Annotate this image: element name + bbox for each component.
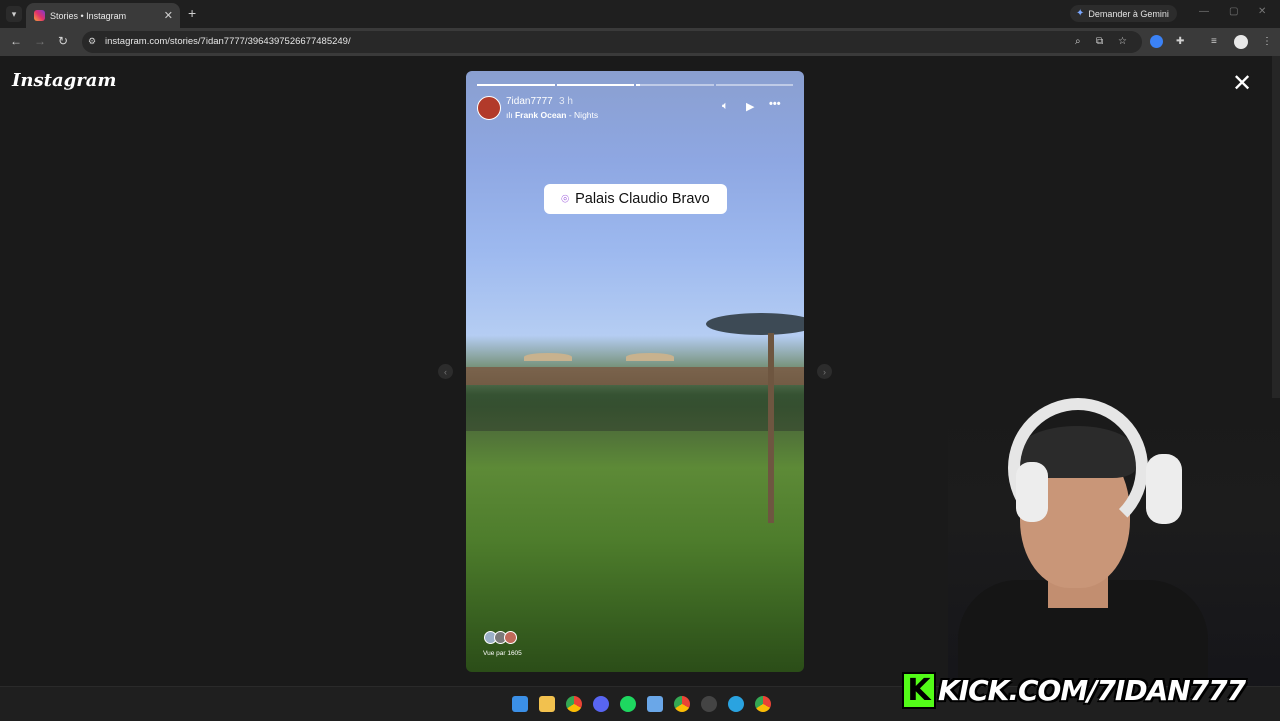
music-separator: - xyxy=(566,110,575,120)
user-avatar[interactable] xyxy=(477,96,501,120)
instagram-logo[interactable]: Instagram xyxy=(12,70,116,91)
story-background-wall xyxy=(466,367,804,385)
new-tab-button[interactable]: + xyxy=(188,5,196,21)
table-leg xyxy=(768,333,774,523)
kick-url: KICK.COM/7IDAN777 xyxy=(938,674,1246,707)
gemini-button[interactable]: ✦ Demander à Gemini xyxy=(1070,5,1177,22)
progress-segment xyxy=(477,84,555,86)
window-close-icon[interactable]: ✕ xyxy=(1258,6,1266,17)
tab-instagram[interactable]: Stories • Instagram ✕ xyxy=(26,3,180,28)
notepad-icon[interactable] xyxy=(647,696,663,712)
location-name: Palais Claudio Bravo xyxy=(575,191,710,207)
music-info[interactable]: ılı Frank Ocean - Nights xyxy=(506,110,598,120)
profile-avatar[interactable] xyxy=(1234,35,1248,49)
parasol xyxy=(626,353,674,361)
chrome-active-icon[interactable] xyxy=(674,696,690,712)
tab-title: Stories • Instagram xyxy=(50,10,127,21)
install-app-icon[interactable]: ⧉ xyxy=(1096,36,1103,47)
reload-icon[interactable]: ↻ xyxy=(58,34,68,48)
progress-segment xyxy=(636,84,714,86)
file-explorer-icon[interactable] xyxy=(539,696,555,712)
chrome-icon-2[interactable] xyxy=(755,696,771,712)
extensions-puzzle-icon[interactable]: ✚ xyxy=(1176,36,1184,47)
bookmark-star-icon[interactable]: ☆ xyxy=(1118,36,1127,47)
discord-icon[interactable] xyxy=(593,696,609,712)
play-icon[interactable]: ▶ xyxy=(746,100,754,113)
spotify-icon[interactable] xyxy=(620,696,636,712)
media-control-icon[interactable]: ≡ xyxy=(1211,36,1217,47)
headset-cup-right xyxy=(1146,454,1182,524)
viewer-avatar xyxy=(504,631,517,644)
progress-segment-fill xyxy=(636,84,640,86)
instagram-favicon-icon xyxy=(34,10,45,21)
tab-bar: ▾ Stories • Instagram ✕ + ✦ Demander à G… xyxy=(0,0,1280,28)
headset-cup-left xyxy=(1016,462,1048,522)
zoom-icon[interactable]: ⌕ xyxy=(1075,36,1081,47)
telegram-icon[interactable] xyxy=(728,696,744,712)
kick-logo: K xyxy=(902,672,936,709)
windows-start-icon[interactable] xyxy=(512,696,528,712)
back-arrow-left-icon[interactable]: ← xyxy=(10,34,22,48)
kick-watermark: K KICK.COM/7IDAN777 xyxy=(902,672,1246,709)
chrome-icon[interactable] xyxy=(566,696,582,712)
story-time: 3 h xyxy=(559,96,573,107)
next-story-chevron-right-icon[interactable]: › xyxy=(817,364,832,379)
story-username[interactable]: 7idan7777 xyxy=(506,96,553,107)
browser-toolbar: ← → ↻ ⚙ instagram.com/stories/7idan7777/… xyxy=(0,28,1280,56)
address-bar[interactable]: ⚙ instagram.com/stories/7idan7777/396439… xyxy=(82,31,1142,53)
previous-story-chevron-left-icon[interactable]: ‹ xyxy=(438,364,453,379)
close-story-icon[interactable]: ✕ xyxy=(1232,72,1252,96)
minimize-icon[interactable]: — xyxy=(1199,6,1209,17)
music-title: Nights xyxy=(574,110,599,120)
table-top xyxy=(706,313,804,335)
webcam-overlay xyxy=(948,398,1280,700)
tab-close-icon[interactable]: ✕ xyxy=(164,9,173,22)
story-media[interactable]: 7idan7777 3 h ılı Frank Ocean - Nights 🔈… xyxy=(466,71,804,672)
menu-more-icon[interactable]: ⋮ xyxy=(1262,36,1272,47)
parasol xyxy=(524,353,572,361)
tab-list-chevron-down-icon[interactable]: ▾ xyxy=(6,6,22,22)
gemini-label: Demander à Gemini xyxy=(1088,8,1169,19)
speaker-icon[interactable]: 🔈︎ xyxy=(722,100,729,113)
music-bars-icon: ılı xyxy=(506,110,515,120)
extension-icon[interactable] xyxy=(1150,35,1163,48)
forward-arrow-right-icon[interactable]: → xyxy=(34,34,46,48)
gemini-sparkle-icon: ✦ xyxy=(1076,8,1085,19)
progress-segment xyxy=(715,84,793,86)
maximize-icon[interactable]: ▢ xyxy=(1229,6,1238,17)
app-icon[interactable] xyxy=(701,696,717,712)
location-pin-icon: ⌾ xyxy=(561,191,570,206)
url-text[interactable]: instagram.com/stories/7idan7777/39643975… xyxy=(105,36,351,47)
site-info-icon[interactable]: ⚙ xyxy=(88,36,100,48)
location-sticker[interactable]: ⌾ Palais Claudio Bravo xyxy=(544,184,727,214)
music-artist: Frank Ocean xyxy=(514,110,567,120)
more-icon[interactable]: ••• xyxy=(769,98,781,110)
progress-segment xyxy=(556,84,634,86)
viewers-count: Vue par 1605 xyxy=(483,650,522,657)
